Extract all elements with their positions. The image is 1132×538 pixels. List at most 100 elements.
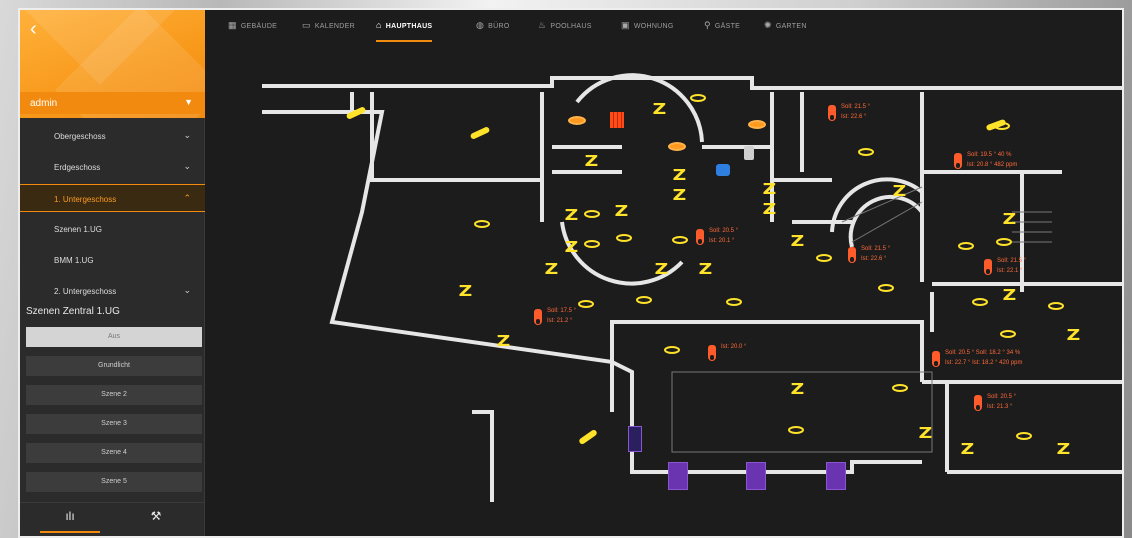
sidebar-item-bmm-1ug[interactable]: BMM 1.UG xyxy=(20,246,205,274)
orange-light-icon[interactable] xyxy=(668,142,686,151)
dimmer-icon[interactable]: Z xyxy=(763,202,777,217)
ceiling-light-icon[interactable] xyxy=(1048,302,1064,310)
dimmer-icon[interactable]: Z xyxy=(655,262,669,277)
calendar-icon: ▭ xyxy=(302,20,311,30)
sidebar: ‹ admin ▼ Obergeschoss ⌄ Erdgeschoss ⌄ 1… xyxy=(20,10,205,536)
stats-icon[interactable]: ılı xyxy=(40,509,100,533)
shutter-icon[interactable] xyxy=(746,462,766,490)
tab-wohnung[interactable]: ▣ WOHNUNG xyxy=(621,20,674,42)
thermostat-actual: Ist: 20.1 ° xyxy=(709,238,735,244)
back-icon[interactable]: ‹ xyxy=(30,18,52,40)
orange-light-icon[interactable] xyxy=(748,120,766,129)
ceiling-light-icon[interactable] xyxy=(1016,432,1032,440)
ceiling-light-icon[interactable] xyxy=(664,346,680,354)
thermostat-actual: Ist: 20.0 ° xyxy=(721,344,747,350)
tab-haupthaus[interactable]: ⌂ HAUPTHAUS xyxy=(376,20,433,42)
dimmer-icon[interactable]: Z xyxy=(1067,328,1081,343)
ceiling-light-icon[interactable] xyxy=(578,300,594,308)
floor-plan: Soll: 21.5 ° Ist: 22.6 ° Soll: 19.5 ° 40 … xyxy=(232,72,1122,532)
ceiling-light-icon[interactable] xyxy=(584,210,600,218)
ceiling-light-icon[interactable] xyxy=(816,254,832,262)
shutter-icon[interactable] xyxy=(628,426,642,452)
sidebar-item-label: BMM 1.UG xyxy=(54,256,94,265)
dimmer-icon[interactable]: Z xyxy=(893,184,907,199)
ceiling-light-icon[interactable] xyxy=(690,94,706,102)
scene-panel-title: Szenen Zentral 1.UG xyxy=(26,306,120,317)
thermostat-actual: Ist: 22.7 ° Ist: 18.2 ° 420 ppm xyxy=(945,360,1023,366)
heater-icon[interactable] xyxy=(610,112,624,128)
shutter-icon[interactable] xyxy=(668,462,688,490)
ceiling-light-icon[interactable] xyxy=(878,284,894,292)
thermostat-reading: Soll: 19.5 ° 40 % Ist: 20.8 ° 482 ppm xyxy=(967,150,1017,170)
dimmer-icon[interactable]: Z xyxy=(1003,288,1017,303)
water-icon[interactable] xyxy=(716,164,730,176)
thermostat-actual: Ist: 21.3 ° xyxy=(987,404,1013,410)
thermostat-reading: Soll: 21.5 ° Ist: 22.6 ° xyxy=(841,102,870,122)
dimmer-icon[interactable]: Z xyxy=(763,182,777,197)
scene-button-szene-4[interactable]: Szene 4 xyxy=(26,443,202,463)
dimmer-icon[interactable]: Z xyxy=(699,262,713,277)
thermostat-setpoint: Soll: 19.5 ° 40 % xyxy=(967,152,1012,158)
sidebar-item-szenen-1ug[interactable]: Szenen 1.UG xyxy=(20,215,205,243)
scene-button-szene-2[interactable]: Szene 2 xyxy=(26,385,202,405)
dimmer-icon[interactable]: Z xyxy=(673,168,687,183)
scene-button-szene-3[interactable]: Szene 3 xyxy=(26,414,202,434)
ceiling-light-icon[interactable] xyxy=(726,298,742,306)
sidebar-item-2-untergeschoss[interactable]: 2. Untergeschoss ⌄ xyxy=(20,277,205,305)
building-icon: ▦ xyxy=(228,20,237,30)
thermometer-icon xyxy=(984,259,992,275)
dimmer-icon[interactable]: Z xyxy=(791,234,805,249)
thermostat-actual: Ist: 22.1 ° xyxy=(997,268,1023,274)
dimmer-icon[interactable]: Z xyxy=(1057,442,1071,457)
tab-gaeste[interactable]: ⚲ GÄSTE xyxy=(704,20,740,42)
pool-icon: ♨ xyxy=(538,20,547,30)
tab-buero[interactable]: ◍ BÜRO xyxy=(476,20,510,42)
door-icon: ▣ xyxy=(621,20,630,30)
sidebar-item-obergeschoss[interactable]: Obergeschoss ⌄ xyxy=(20,122,205,150)
dimmer-icon[interactable]: Z xyxy=(791,382,805,397)
ceiling-light-icon[interactable] xyxy=(474,220,490,228)
ceiling-light-icon[interactable] xyxy=(972,298,988,306)
dimmer-icon[interactable]: Z xyxy=(459,284,473,299)
dimmer-icon[interactable]: Z xyxy=(961,442,975,457)
thermostat-setpoint: Soll: 21.5 ° xyxy=(841,104,871,110)
ceiling-light-icon[interactable] xyxy=(584,240,600,248)
tools-icon[interactable]: ⚒ xyxy=(126,509,186,533)
ceiling-light-icon[interactable] xyxy=(996,238,1012,246)
dimmer-icon[interactable]: Z xyxy=(1003,212,1017,227)
thermostat-reading: Soll: 21.5 ° Ist: 22.1 ° xyxy=(997,256,1026,276)
orange-light-icon[interactable] xyxy=(568,116,586,125)
thermostat-setpoint: Soll: 20.5 ° xyxy=(987,394,1017,400)
scene-button-szene-5[interactable]: Szene 5 xyxy=(26,472,202,492)
dimmer-icon[interactable]: Z xyxy=(565,240,579,255)
ceiling-light-icon[interactable] xyxy=(616,234,632,242)
ceiling-light-icon[interactable] xyxy=(788,426,804,434)
ceiling-light-icon[interactable] xyxy=(858,148,874,156)
ceiling-light-icon[interactable] xyxy=(958,242,974,250)
user-menu[interactable]: admin ▼ xyxy=(20,92,205,114)
tab-poolhaus[interactable]: ♨ POOLHAUS xyxy=(538,20,592,42)
dimmer-icon[interactable]: Z xyxy=(615,204,629,219)
dimmer-icon[interactable]: Z xyxy=(653,102,667,117)
ceiling-light-icon[interactable] xyxy=(1000,330,1016,338)
tab-kalender[interactable]: ▭ KALENDER xyxy=(302,20,355,42)
appliance-icon[interactable] xyxy=(744,146,754,160)
thermometer-icon xyxy=(828,105,836,121)
tab-gebaeude[interactable]: ▦ GEBÄUDE xyxy=(228,20,277,42)
scene-button-grundlicht[interactable]: Grundlicht xyxy=(26,356,202,376)
dimmer-icon[interactable]: Z xyxy=(497,334,511,349)
shutter-icon[interactable] xyxy=(826,462,846,490)
tab-garten[interactable]: ✺ GARTEN xyxy=(764,20,807,42)
dimmer-icon[interactable]: Z xyxy=(545,262,559,277)
ceiling-light-icon[interactable] xyxy=(672,236,688,244)
top-navigation: ▦ GEBÄUDE ▭ KALENDER ⌂ HAUPTHAUS ◍ BÜRO ♨ POO… xyxy=(216,10,1122,42)
ceiling-light-icon[interactable] xyxy=(636,296,652,304)
dimmer-icon[interactable]: Z xyxy=(585,154,599,169)
ceiling-light-icon[interactable] xyxy=(892,384,908,392)
dimmer-icon[interactable]: Z xyxy=(565,208,579,223)
scene-button-aus[interactable]: Aus xyxy=(26,327,202,347)
sidebar-item-1-untergeschoss[interactable]: 1. Untergeschoss ⌃ xyxy=(20,184,205,212)
dimmer-icon[interactable]: Z xyxy=(919,426,933,441)
sidebar-item-erdgeschoss[interactable]: Erdgeschoss ⌄ xyxy=(20,153,205,181)
dimmer-icon[interactable]: Z xyxy=(673,188,687,203)
